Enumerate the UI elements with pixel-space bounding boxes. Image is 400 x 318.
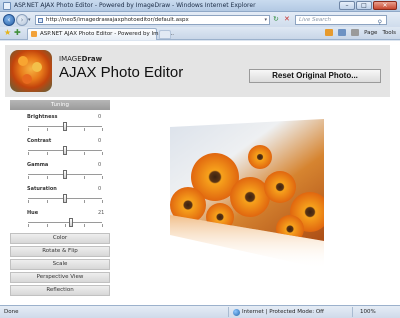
editor-sidebar: Tuning Brightness 0 Contrast 0 Gamma 0 Saturat… — [10, 100, 110, 300]
slider-tick — [102, 128, 103, 131]
window-title: ASP.NET AJAX Photo Editor - Powered by I… — [14, 2, 256, 9]
window-controls: – □ ✕ — [339, 1, 397, 10]
brand-suffix: Draw — [81, 55, 103, 63]
title-bar: ASP.NET AJAX Photo Editor - Powered by I… — [0, 0, 400, 12]
slider-tick — [46, 176, 48, 179]
slider-tick — [28, 128, 29, 131]
feeds-icon[interactable] — [338, 29, 347, 36]
zoom-level[interactable]: 100% — [360, 309, 376, 315]
tab-favicon-icon — [31, 31, 37, 37]
refresh-icon[interactable]: ↻ — [273, 15, 279, 23]
slider-tick — [46, 128, 48, 131]
history-dropdown-icon[interactable]: ▾ — [28, 17, 31, 23]
slider-track[interactable] — [28, 222, 102, 223]
internet-zone-icon — [233, 309, 240, 316]
slider-tick — [46, 224, 48, 227]
slider-tick — [28, 224, 29, 227]
close-button[interactable]: ✕ — [373, 1, 397, 10]
status-bar: Done Internet | Protected Mode: Off 100% — [0, 305, 400, 318]
slider-tick — [46, 200, 48, 203]
reset-original-photo-button[interactable]: Reset Original Photo... — [249, 69, 381, 83]
tab-bar: ★ ✚ ASP.NET AJAX Photo Editor - Powered … — [0, 27, 400, 40]
page-content: IMAGEDraw AJAX Photo Editor Reset Origin… — [0, 41, 400, 305]
slider-tick — [28, 176, 29, 179]
slider-label: Hue — [27, 210, 39, 216]
home-icon[interactable] — [325, 29, 334, 36]
slider-tick — [83, 176, 85, 179]
slider-tick — [102, 224, 103, 227]
maximize-button[interactable]: □ — [356, 1, 372, 10]
brand-name: IMAGEDraw — [59, 55, 102, 63]
tuning-section-header[interactable]: Tuning — [10, 100, 110, 110]
slider-thumb[interactable] — [63, 122, 67, 131]
photo-preview — [160, 117, 340, 272]
slider-tick — [83, 200, 85, 203]
section-perspective-view[interactable]: Perspective View — [10, 272, 110, 283]
slider-tick — [28, 200, 29, 203]
slider-value: 0 — [98, 114, 102, 120]
url-dropdown-icon[interactable]: ▾ — [264, 17, 267, 23]
photo-svg — [170, 119, 324, 269]
slider-value: 0 — [98, 186, 102, 192]
tab-photo-editor[interactable]: ASP.NET AJAX Photo Editor - Powered by I… — [27, 28, 174, 40]
slider-tick — [28, 152, 29, 155]
section-rotate-flip[interactable]: Rotate & Flip — [10, 246, 110, 257]
flower-logo — [10, 50, 52, 92]
slider-value: 0 — [98, 138, 102, 144]
slider-row-gamma: Gamma 0 — [10, 162, 110, 184]
slider-label: Gamma — [27, 162, 49, 168]
tools-menu[interactable]: Tools — [382, 30, 396, 36]
brand-prefix: IMAGE — [59, 55, 82, 63]
slider-tick — [102, 176, 103, 179]
slider-row-saturation: Saturation 0 — [10, 186, 110, 208]
slider-label: Contrast — [27, 138, 52, 144]
print-icon[interactable] — [351, 29, 360, 36]
security-zone: Internet | Protected Mode: Off — [242, 309, 324, 315]
slider-tick — [83, 152, 85, 155]
app-header: IMAGEDraw AJAX Photo Editor Reset Origin… — [5, 45, 390, 97]
slider-thumb[interactable] — [63, 194, 67, 203]
new-tab-button[interactable] — [159, 30, 171, 39]
slider-tick — [102, 152, 103, 155]
section-color[interactable]: Color — [10, 233, 110, 244]
slider-row-contrast: Contrast 0 — [10, 138, 110, 160]
address-bar-row: ‹ › ▾ http://neo5/imagedrawajaxphotoedit… — [0, 12, 400, 27]
slider-tick — [83, 128, 85, 131]
section-reflection[interactable]: Reflection — [10, 285, 110, 296]
search-input[interactable]: Live Search ⚲ — [295, 15, 387, 26]
search-icon[interactable]: ⚲ — [378, 19, 382, 26]
slider-label: Saturation — [27, 186, 57, 192]
url-text: http://neo5/imagedrawajaxphotoeditor/def… — [46, 17, 189, 23]
page-menu[interactable]: Page — [364, 30, 377, 36]
app-title: AJAX Photo Editor — [59, 64, 184, 81]
slider-value: 21 — [98, 210, 105, 216]
slider-tick — [65, 224, 66, 227]
page-icon — [38, 18, 43, 23]
add-favorites-icon[interactable]: ✚ — [14, 29, 21, 37]
slider-row-brightness: Brightness 0 — [10, 114, 110, 136]
tab-title: ASP.NET AJAX Photo Editor - Powered by I… — [40, 31, 175, 37]
section-scale[interactable]: Scale — [10, 259, 110, 270]
url-field[interactable]: http://neo5/imagedrawajaxphotoeditor/def… — [35, 15, 270, 25]
slider-value: 0 — [98, 162, 102, 168]
slider-tick — [83, 224, 85, 227]
forward-button[interactable]: › — [16, 14, 28, 26]
favorites-star-icon[interactable]: ★ — [4, 29, 11, 37]
slider-tick — [102, 200, 103, 203]
status-text: Done — [4, 309, 19, 315]
slider-tick — [46, 152, 48, 155]
slider-row-hue: Hue 21 — [10, 210, 110, 232]
slider-label: Brightness — [27, 114, 58, 120]
minimize-button[interactable]: – — [339, 1, 355, 10]
slider-thumb[interactable] — [68, 218, 73, 227]
stop-icon[interactable]: ✕ — [284, 15, 290, 23]
slider-thumb[interactable] — [63, 146, 67, 155]
tuning-sliders: Brightness 0 Contrast 0 Gamma 0 Saturation 0 Hue… — [10, 110, 110, 230]
command-bar: Page Tools — [325, 29, 396, 36]
ie-app-icon — [3, 2, 11, 10]
back-button[interactable]: ‹ — [3, 14, 15, 26]
search-placeholder: Live Search — [299, 17, 331, 23]
slider-thumb[interactable] — [63, 170, 67, 179]
